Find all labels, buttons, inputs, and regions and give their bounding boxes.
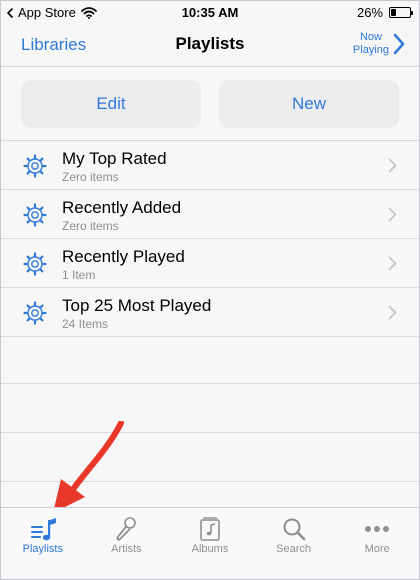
chevron-right-icon — [388, 305, 397, 320]
chevron-right-icon — [388, 158, 397, 173]
tab-label: Playlists — [22, 543, 63, 555]
new-button[interactable]: New — [219, 80, 399, 128]
playlist-name: Recently Added — [62, 198, 182, 217]
tab-label: Albums — [191, 543, 229, 555]
tab-albums[interactable]: Albums — [168, 508, 252, 579]
playlist-row[interactable]: Recently Played 1 Item — [1, 239, 419, 288]
playlist-row[interactable]: My Top Rated Zero items — [1, 141, 419, 190]
tab-playlists[interactable]: Playlists — [1, 508, 85, 579]
playlist-name: Recently Played — [62, 247, 185, 266]
chevron-right-icon — [393, 33, 405, 55]
tab-more[interactable]: More — [335, 508, 419, 579]
empty-row-separator — [1, 383, 419, 384]
tab-artists[interactable]: Artists — [85, 508, 169, 579]
playlist-list: My Top Rated Zero items Recently Added Z… — [1, 140, 419, 337]
battery-icon — [389, 7, 413, 18]
playlists-icon — [30, 518, 56, 541]
chevron-right-icon — [388, 256, 397, 271]
chevron-right-icon — [388, 207, 397, 222]
tab-bar: Playlists Artists Albums Search More — [1, 507, 419, 579]
red-arrow-annotation-icon — [53, 421, 124, 513]
smart-playlist-gear-icon — [23, 301, 47, 325]
now-playing-button[interactable]: Now Playing — [353, 31, 405, 57]
status-right: 26% — [356, 5, 413, 20]
edit-button[interactable]: Edit — [21, 80, 201, 128]
status-bar: App Store 10:35 AM 26% — [1, 1, 419, 23]
playlist-item-count: Zero items — [62, 219, 119, 233]
playlist-row[interactable]: Recently Added Zero items — [1, 190, 419, 239]
now-playing-line2: Playing — [352, 44, 389, 56]
search-icon — [283, 518, 305, 541]
playlist-name: My Top Rated — [62, 149, 167, 168]
playlist-item-count: Zero items — [62, 170, 119, 184]
microphone-icon — [116, 517, 137, 541]
playlist-name: Top 25 Most Played — [62, 296, 212, 315]
tab-label: Artists — [111, 543, 142, 555]
playlist-item-count: 1 Item — [62, 268, 96, 282]
album-icon — [200, 517, 220, 541]
now-playing-label: Now Playing — [353, 31, 389, 57]
battery-percent: 26% — [356, 5, 383, 20]
navigation-bar: Libraries Playlists Now Playing — [1, 23, 419, 67]
tab-label: More — [364, 543, 390, 555]
smart-playlist-gear-icon — [23, 252, 47, 276]
battery-fill — [391, 9, 396, 16]
now-playing-line1: Now — [359, 31, 382, 43]
playlist-item-count: 24 Items — [62, 317, 109, 331]
smart-playlist-gear-icon — [23, 203, 47, 227]
smart-playlist-gear-icon — [23, 154, 47, 178]
action-row: Edit New — [21, 80, 399, 128]
tab-search[interactable]: Search — [252, 508, 336, 579]
more-icon — [365, 526, 390, 532]
playlist-row[interactable]: Top 25 Most Played 24 Items — [1, 288, 419, 337]
app-frame: App Store 10:35 AM 26% Libraries Playlis… — [0, 0, 420, 580]
tab-label: Search — [276, 543, 311, 555]
